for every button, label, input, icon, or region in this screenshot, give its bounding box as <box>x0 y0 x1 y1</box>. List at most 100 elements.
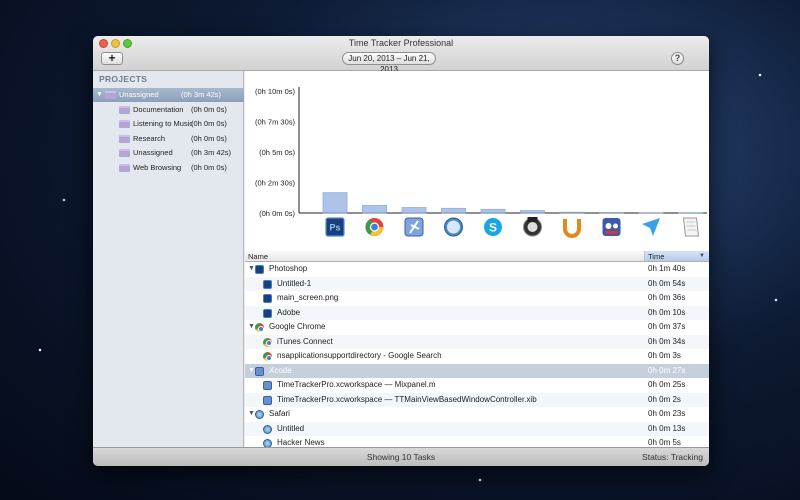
project-time: (0h 0m 0s) <box>191 104 227 114</box>
textedit-icon <box>682 217 700 237</box>
y-tick-label: (0h 0m 0s) <box>259 209 295 218</box>
chrome-icon <box>263 352 272 361</box>
table-row[interactable]: Untitled 0h 0m 13s <box>245 421 709 436</box>
sidebar-project-row[interactable]: Research (0h 0m 0s) <box>93 132 244 146</box>
svg-text:S: S <box>489 221 497 235</box>
table-row[interactable]: Hacker News 0h 0m 5s <box>245 436 709 447</box>
photoshop-icon <box>263 294 272 303</box>
alfred-icon <box>523 217 542 237</box>
table-row[interactable]: ▼ Photoshop 0h 1m 40s <box>245 262 709 277</box>
time-column-header[interactable]: Time ▼ <box>645 251 709 262</box>
task-time: 0h 0m 3s <box>648 351 681 360</box>
table-row[interactable]: ▼ Google Chrome 0h 0m 37s <box>245 320 709 335</box>
task-name: Untitled <box>277 423 305 433</box>
task-time: 0h 0m 34s <box>648 336 686 346</box>
help-button[interactable]: ? <box>671 52 684 65</box>
task-name: Safari <box>269 409 290 418</box>
photoshop-icon: Ps <box>325 217 345 237</box>
project-name: Web Browsing <box>133 163 182 172</box>
chart-bar <box>520 210 545 214</box>
time-column-label: Time <box>648 252 665 261</box>
tracking-status-label: Status: Tracking <box>642 452 703 462</box>
safari-icon <box>263 439 272 447</box>
table-row[interactable]: ▼ Safari 0h 0m 23s <box>245 407 709 422</box>
name-column-header[interactable]: Name <box>245 251 645 262</box>
photoshop-icon <box>263 279 272 289</box>
y-tick-label: (0h 5m 0s) <box>259 148 295 157</box>
disclosure-triangle-icon[interactable]: ▼ <box>248 320 255 335</box>
folder-icon <box>105 91 116 99</box>
app-window: Time Tracker Professional + Jun 20, 2013… <box>93 36 709 466</box>
task-name: TimeTrackerPro.xcworkspace — TTMainViewB… <box>277 394 537 404</box>
task-time: 0h 0m 13s <box>648 423 686 433</box>
sidebar-project-row[interactable]: Documentation (0h 0m 0s) <box>93 103 244 117</box>
window-title: Time Tracker Professional <box>348 38 454 48</box>
table-row[interactable]: main_screen.png 0h 0m 36s <box>245 291 709 306</box>
task-time: 0h 0m 5s <box>648 438 681 447</box>
task-time: 0h 0m 10s <box>648 307 686 317</box>
y-tick-label: (0h 10m 0s) <box>255 87 296 96</box>
task-name: Google Chrome <box>269 322 326 331</box>
y-tick-label: (0h 2m 30s) <box>255 179 296 188</box>
table-row[interactable]: TimeTrackerPro.xcworkspace — TTMainViewB… <box>245 392 709 407</box>
task-count-label: Showing 10 Tasks <box>366 452 436 462</box>
xcode-icon <box>263 381 272 390</box>
project-name: Unassigned <box>119 90 159 99</box>
project-name: Documentation <box>133 104 184 114</box>
project-time: (0h 3m 42s) <box>181 90 222 99</box>
tweetbot-icon <box>602 218 621 236</box>
project-time: (0h 0m 0s) <box>191 163 227 172</box>
sidebar-project-row[interactable]: ▼ Unassigned (0h 3m 42s) <box>93 88 244 102</box>
table-row[interactable]: iTunes Connect 0h 0m 34s <box>245 334 709 349</box>
chart-bar <box>401 207 427 214</box>
date-range-button[interactable]: Jun 20, 2013 – Jun 21, 2013 <box>342 52 436 74</box>
sort-descending-icon: ▼ <box>699 253 705 259</box>
chrome-icon <box>365 218 384 237</box>
sidebar-project-row[interactable]: Listening to Music (0h 0m 0s) <box>93 117 244 131</box>
task-time: 0h 1m 40s <box>648 264 686 273</box>
table-row[interactable]: nsapplicationsupportdirectory - Google S… <box>245 349 709 364</box>
task-time: 0h 0m 23s <box>648 409 686 418</box>
chrome-icon <box>255 323 264 332</box>
folder-icon <box>119 149 130 158</box>
task-time: 0h 0m 37s <box>648 322 686 331</box>
status-bar: Showing 10 Tasks Status: Tracking <box>93 447 709 466</box>
title-bar: Time Tracker Professional + Jun 20, 2013… <box>93 36 709 74</box>
chart-bar <box>441 207 466 214</box>
xcode-icon <box>255 366 264 376</box>
task-name: Adobe <box>277 307 301 317</box>
disclosure-triangle-icon[interactable]: ▼ <box>248 262 255 277</box>
project-time: (0h 0m 0s) <box>191 119 227 129</box>
task-time: 0h 0m 25s <box>648 380 686 389</box>
bar-chart: (0h 10m 0s) (0h 7m 30s) (0h 5m 0s) (0h 2m 3… <box>255 87 707 238</box>
task-time: 0h 0m 36s <box>648 293 686 302</box>
y-tick-label: (0h 7m 30s) <box>255 118 296 127</box>
task-name: iTunes Connect <box>277 336 333 346</box>
task-time: 0h 0m 2s <box>648 394 681 404</box>
xcode-icon <box>404 217 424 237</box>
chart-bar <box>559 211 585 214</box>
table-row[interactable]: ▼ Xcode 0h 0m 27s <box>245 363 709 379</box>
chrome-icon <box>263 337 272 347</box>
photoshop-icon <box>255 265 264 274</box>
table-row[interactable]: Adobe 0h 0m 10s <box>245 305 709 320</box>
disclosure-triangle-icon[interactable]: ▼ <box>248 407 255 422</box>
safari-icon <box>444 217 463 237</box>
table-row[interactable]: TimeTrackerPro.xcworkspace — Mixpanel.m 0… <box>245 378 709 393</box>
chart-bar <box>362 205 387 214</box>
disclosure-triangle-icon[interactable]: ▼ <box>96 88 103 102</box>
sidebar-project-row[interactable]: Web Browsing (0h 0m 0s) <box>93 161 244 175</box>
projects-header: PROJECTS <box>99 74 148 84</box>
svg-text:Ps: Ps <box>329 223 340 233</box>
disclosure-triangle-icon[interactable]: ▼ <box>248 364 255 379</box>
sidebar-project-row[interactable]: Unassigned (0h 3m 42s) <box>93 146 244 160</box>
task-time: 0h 0m 27s <box>648 365 686 375</box>
add-project-button[interactable]: + <box>101 52 123 65</box>
folder-icon <box>119 164 130 172</box>
xcode-icon <box>263 395 272 405</box>
project-name: Research <box>133 133 166 143</box>
skype-icon: S <box>484 218 502 236</box>
chart-bar <box>322 192 348 214</box>
safari-icon <box>263 424 272 434</box>
table-row[interactable]: Untitled-1 0h 0m 54s <box>245 276 709 291</box>
